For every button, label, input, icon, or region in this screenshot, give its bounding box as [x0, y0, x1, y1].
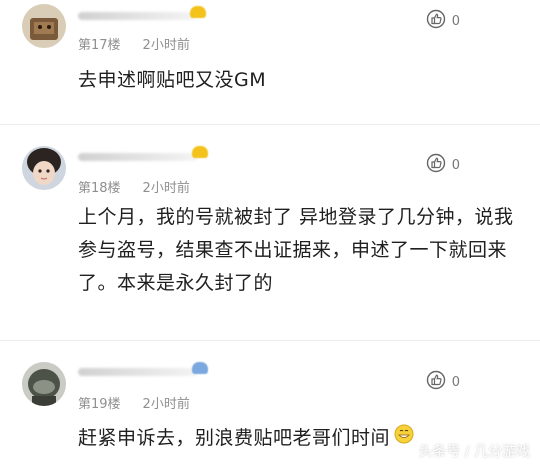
username-blurred[interactable]	[78, 12, 196, 20]
divider	[0, 124, 540, 125]
level-badge	[190, 6, 206, 18]
watermark: 头条号 / 几分游戏	[418, 444, 530, 460]
post-time: 2小时前	[142, 38, 190, 53]
avatar[interactable]	[22, 362, 66, 406]
avatar[interactable]	[22, 4, 66, 48]
like-button[interactable]: 0	[426, 370, 460, 394]
thumbs-up-icon	[426, 9, 446, 33]
like-count: 0	[451, 13, 460, 29]
comment-meta: 第19楼 2小时前	[78, 393, 190, 412]
floor-number: 第19楼	[78, 397, 121, 412]
like-count: 0	[451, 157, 460, 173]
level-badge	[192, 362, 208, 374]
thumbs-up-icon	[426, 370, 446, 394]
like-button[interactable]: 0	[426, 153, 460, 177]
post-time: 2小时前	[142, 181, 190, 196]
like-button[interactable]: 0	[426, 9, 460, 33]
comment-meta: 第18楼 2小时前	[78, 177, 190, 196]
comment-text: 去申述啊贴吧又没GM	[78, 69, 267, 91]
username-blurred[interactable]	[78, 153, 198, 161]
username-blurred[interactable]	[78, 368, 198, 376]
grin-emoji-icon	[394, 422, 414, 455]
comment-meta: 第17楼 2小时前	[78, 34, 190, 53]
avatar[interactable]	[22, 146, 66, 190]
comment-text: 上个月，我的号就被封了 异地登录了几分钟，说我参与盗号，结果查不出证据来，申述了…	[78, 206, 514, 294]
floor-number: 第17楼	[78, 38, 121, 53]
divider	[0, 340, 540, 341]
like-count: 0	[451, 374, 460, 390]
thumbs-up-icon	[426, 153, 446, 177]
post-time: 2小时前	[142, 397, 190, 412]
comment-text-content: 赶紧申诉去，别浪费贴吧老哥们时间	[78, 427, 391, 449]
level-badge	[192, 146, 208, 158]
floor-number: 第18楼	[78, 181, 121, 196]
